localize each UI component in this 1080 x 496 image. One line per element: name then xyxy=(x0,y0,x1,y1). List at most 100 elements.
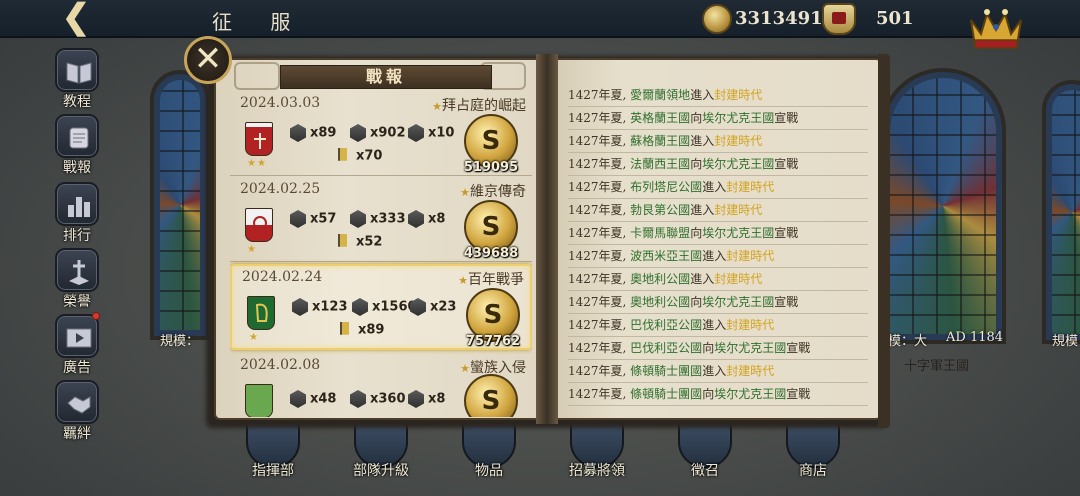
sidebar-item-label: 教程 xyxy=(63,94,91,110)
flags-count: x89 xyxy=(340,322,384,340)
log-prefix: 1427年夏, xyxy=(568,88,631,102)
crown-icon[interactable] xyxy=(965,0,1027,52)
log-prefix: 1427年夏, xyxy=(568,111,631,125)
coin-count: 3313491 xyxy=(735,8,823,29)
log-actor: 蘇格蘭王國 xyxy=(630,134,691,148)
sidebar-item-tutorial[interactable]: 教程 xyxy=(52,48,102,110)
scroll-icon xyxy=(55,114,99,158)
soldier-icon xyxy=(350,210,366,228)
infantry-icon xyxy=(290,390,306,408)
close-button[interactable]: ✕ xyxy=(184,36,232,84)
log-actor: 愛爾蘭領地 xyxy=(630,88,691,102)
scale-label-center: 模：大 xyxy=(888,334,928,349)
report-date: 2024.02.25 xyxy=(240,181,321,197)
log-mid: 向 xyxy=(690,157,703,171)
log-line: 1427年夏, 勃艮第公國進入封建時代 xyxy=(568,199,868,222)
tab-label: 招募將領 xyxy=(569,463,625,479)
crest-count: 501 xyxy=(876,8,914,29)
log-actor2: 埃尔尤克王國 xyxy=(702,226,775,240)
log-actor: 條頓騎士團國 xyxy=(630,387,703,401)
log-line: 1427年夏, 蘇格蘭王國進入封建時代 xyxy=(568,130,868,153)
report-entry-selected[interactable]: 2024.02.24 ★百年戰爭 ★ x123 x1560 x23 x89 S … xyxy=(230,264,532,350)
book-binding xyxy=(878,54,890,428)
cavalry-icon xyxy=(408,124,424,142)
report-scenario: 拜占庭的崛起 xyxy=(442,98,526,114)
log-hl: 封建時代 xyxy=(714,134,763,148)
book-icon xyxy=(55,48,99,92)
report-entry[interactable]: 2024.02.08 ★蠻族入侵 x48 x360 x8 S xyxy=(230,354,532,417)
sidebar-item-honor[interactable]: 榮譽 xyxy=(52,248,102,310)
tab-label: 商店 xyxy=(799,463,827,479)
log-mid: 向 xyxy=(702,387,715,401)
report-list[interactable]: 2024.03.03 ★拜占庭的崛起 ★★ x89 x902 x10 x70 S… xyxy=(230,92,532,417)
log-hl: 封建時代 xyxy=(726,318,775,332)
log-prefix: 1427年夏, xyxy=(568,272,631,286)
log-actor: 奧地利公國 xyxy=(630,295,691,309)
log-actor: 卡爾馬聯盟 xyxy=(630,226,691,240)
log-mid: 進入 xyxy=(702,318,727,332)
film-icon xyxy=(55,314,99,358)
handshake-icon xyxy=(55,380,99,424)
back-button[interactable]: ❮ xyxy=(48,0,104,34)
report-entry[interactable]: 2024.02.25 ★維京傳奇 ★ x57 x333 x8 x52 S 439… xyxy=(230,178,532,262)
event-log[interactable]: 1427年夏, 愛爾蘭領地進入封建時代 1427年夏, 英格蘭王國向埃尔尤克王國宣… xyxy=(568,84,868,412)
log-tail: 宣戰 xyxy=(774,111,799,125)
sidebar-item-ads[interactable]: 廣告 xyxy=(52,312,102,376)
unit-value: x8 xyxy=(428,211,446,227)
stained-glass-window-center[interactable] xyxy=(880,68,1006,344)
tab-label: 指揮部 xyxy=(252,463,294,479)
tab-label: 徵召 xyxy=(691,463,719,479)
sidebar-item-label: 戰報 xyxy=(63,160,91,176)
log-line: 1427年夏, 奧地利公國進入封建時代 xyxy=(568,268,868,291)
report-entry[interactable]: 2024.03.03 ★拜占庭的崛起 ★★ x89 x902 x10 x70 S… xyxy=(230,92,532,176)
log-mid: 進入 xyxy=(690,88,715,102)
log-hl: 封建時代 xyxy=(726,180,775,194)
log-hl: 封建時代 xyxy=(714,272,763,286)
flag-icon xyxy=(338,148,352,164)
log-hl: 封建時代 xyxy=(726,364,775,378)
cavalry-count: x10 xyxy=(408,124,454,142)
cavalry-count: x23 xyxy=(410,298,456,316)
soldier-count: x360 xyxy=(350,390,406,408)
battle-report-book: ✕ 戰報 2024.03.03 ★拜占庭的崛起 ★★ x89 x902 x10 … xyxy=(184,36,892,430)
unit-value: x8 xyxy=(428,391,446,407)
log-prefix: 1427年夏, xyxy=(568,341,631,355)
log-line: 1427年夏, 條頓騎士團國向埃尔尤克王國宣戰 xyxy=(568,383,868,406)
log-prefix: 1427年夏, xyxy=(568,226,631,240)
top-bar: ❮ 征 服 3313491 501 xyxy=(0,0,1080,38)
log-line: 1427年夏, 愛爾蘭領地進入封建時代 xyxy=(568,84,868,107)
log-hl: 封建時代 xyxy=(726,249,775,263)
cavalry-count: x8 xyxy=(408,390,445,408)
log-line: 1427年夏, 英格蘭王國向埃尔尤克王國宣戰 xyxy=(568,107,868,130)
infantry-count: x48 xyxy=(290,390,336,408)
log-line: 1427年夏, 奧地利公國向埃尔尤克王國宣戰 xyxy=(568,291,868,314)
sidebar-item-reports[interactable]: 戰報 xyxy=(52,114,102,176)
soldier-count: x902 xyxy=(350,124,406,142)
log-actor: 奧地利公國 xyxy=(630,272,691,286)
log-hl: 封建時代 xyxy=(714,88,763,102)
sidebar-item-ranking[interactable]: 排行 xyxy=(52,182,102,244)
unit-value: x48 xyxy=(310,391,337,407)
sidebar-item-bonds[interactable]: 羈絆 xyxy=(52,380,102,442)
crest-icon xyxy=(822,3,856,35)
star-icon: ★ xyxy=(432,100,442,113)
soldier-count: x333 xyxy=(350,210,406,228)
tab-label: 部隊升級 xyxy=(353,463,409,479)
scale-label-right: 規模 xyxy=(1052,334,1079,349)
honor-icon xyxy=(55,248,99,292)
log-mid: 進入 xyxy=(702,364,727,378)
log-prefix: 1427年夏, xyxy=(568,134,631,148)
report-scenario: 維京傳奇 xyxy=(470,184,526,200)
report-title-label: ★拜占庭的崛起 xyxy=(432,95,526,115)
log-tail: 宣戰 xyxy=(786,341,811,355)
rating-stars: ★★ xyxy=(247,158,267,169)
flags-count: x52 xyxy=(338,234,382,252)
log-mid: 進入 xyxy=(702,180,727,194)
infantry-icon xyxy=(290,210,306,228)
soldier-icon xyxy=(352,298,368,316)
coin-icon xyxy=(702,4,732,34)
cavalry-count: x8 xyxy=(408,210,445,228)
log-mid: 向 xyxy=(690,111,703,125)
notification-dot xyxy=(92,312,100,320)
unit-value: x333 xyxy=(370,211,406,227)
